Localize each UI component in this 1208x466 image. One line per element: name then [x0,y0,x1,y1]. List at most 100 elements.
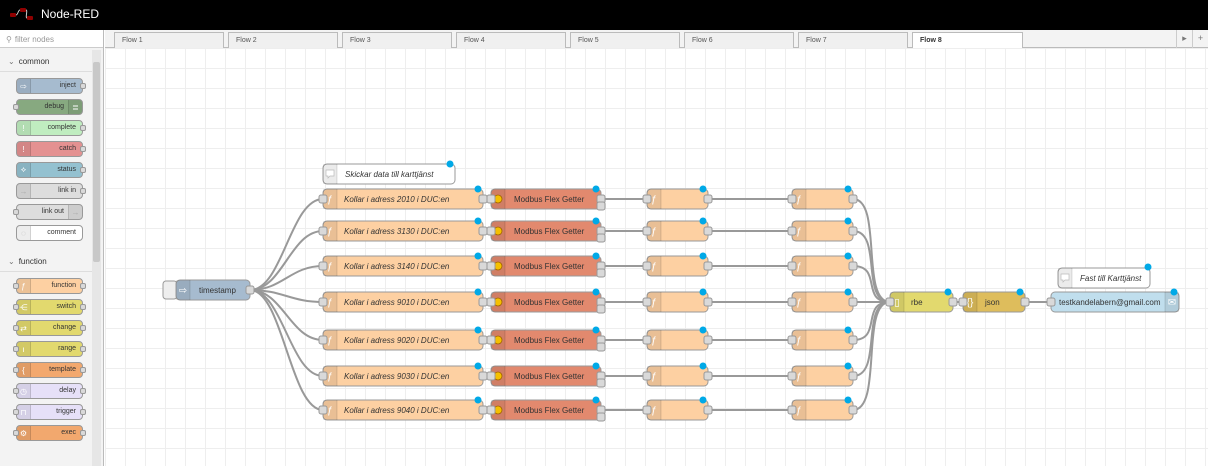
function-node-unnamed[interactable]: ƒ [646,365,709,387]
flow-workspace[interactable]: Skickar data till karttjänst Fast till Ka… [105,48,1208,466]
tab-flow-6[interactable]: Flow 6 [684,32,794,48]
function-node[interactable]: ƒ Kollar i adress 9030 i DUC:en [322,365,484,387]
palette-node-switch[interactable]: ⋲ switch [13,299,86,315]
function-node-unnamed[interactable]: ƒ [646,255,709,277]
node-port[interactable] [787,405,797,415]
tab-flow-8[interactable]: Flow 8 [912,32,1023,49]
node-port[interactable] [703,261,713,271]
node-port[interactable] [486,297,496,307]
function-node-unnamed[interactable]: ƒ [791,365,854,387]
node-port[interactable] [703,194,713,204]
palette-node-complete[interactable]: ! complete [16,120,86,136]
node-port[interactable] [1020,297,1030,307]
node-port[interactable] [787,226,797,236]
node-port[interactable] [848,371,858,381]
node-port[interactable] [642,194,652,204]
node-port[interactable] [486,226,496,236]
modbus-node[interactable]: Modbus Flex Getter [490,291,602,313]
wire-inject-to-function[interactable] [249,230,324,291]
palette-node-comment[interactable]: ◌ comment [16,225,83,241]
node-port[interactable] [848,226,858,236]
node-port[interactable] [318,261,328,271]
function-node-unnamed[interactable]: ƒ [646,188,709,210]
node-port[interactable] [642,226,652,236]
node-port[interactable] [596,304,606,314]
node-port[interactable] [486,194,496,204]
function-node-unnamed[interactable]: ƒ [646,220,709,242]
palette-scroll-thumb[interactable] [93,62,100,262]
function-node[interactable]: ƒ Kollar i adress 2010 i DUC:en [322,188,484,210]
modbus-node[interactable]: Modbus Flex Getter [490,329,602,351]
palette-node-link-out[interactable]: → link out [13,204,83,220]
modbus-node[interactable]: Modbus Flex Getter [490,255,602,277]
node-port[interactable] [885,297,895,307]
node-port[interactable] [318,335,328,345]
node-port[interactable] [478,194,488,204]
flow-canvas[interactable]: Skickar data till karttjänst Fast till Ka… [105,48,1208,466]
palette-node-function[interactable]: ƒ function [13,278,86,294]
node-port[interactable] [486,405,496,415]
modbus-node[interactable]: Modbus Flex Getter [490,365,602,387]
function-node[interactable]: ƒ Kollar i adress 3130 i DUC:en [322,220,484,242]
function-node[interactable]: ƒ Kollar i adress 3140 i DUC:en [322,255,484,277]
palette-node-template[interactable]: {template [13,362,86,378]
filter-nodes-input[interactable]: ⚲ filter nodes [0,30,103,48]
node-port[interactable] [478,335,488,345]
node-port[interactable] [318,405,328,415]
palette-node-debug[interactable]: ≣ debug [13,99,83,115]
palette-node-status[interactable]: ⟡ status [16,162,86,178]
tab-flow-2[interactable]: Flow 2 [228,32,338,48]
wire-inject-to-function[interactable] [249,198,324,291]
node-port[interactable] [703,371,713,381]
function-node-unnamed[interactable]: ƒ [791,188,854,210]
node-port[interactable] [848,335,858,345]
inject-node[interactable]: ⇨ timestamp [162,279,251,301]
comment-node-top[interactable]: Skickar data till karttjänst [322,163,456,185]
node-port[interactable] [1046,297,1056,307]
node-port[interactable] [848,297,858,307]
palette-node-change[interactable]: ⇄ change [13,320,86,336]
tab-flow-5[interactable]: Flow 5 [570,32,680,48]
node-port[interactable] [848,194,858,204]
node-port[interactable] [318,297,328,307]
add-tab-icon[interactable]: + [1192,30,1208,48]
palette-node-exec[interactable]: ⚙ exec [13,425,86,441]
function-node-unnamed[interactable]: ƒ [646,291,709,313]
palette-category-function[interactable]: ⌄ function [0,250,92,272]
email-node[interactable]: ✉ testkandelabern@gmail.com [1050,291,1180,313]
palette-node-inject[interactable]: ⇨ inject [16,78,86,94]
node-port[interactable] [596,378,606,388]
node-port[interactable] [787,335,797,345]
json-node[interactable]: {} json [962,291,1026,313]
palette-node-link-in[interactable]: → link in [16,183,86,199]
node-port[interactable] [787,194,797,204]
node-port[interactable] [596,201,606,211]
palette-node-range[interactable]: ı range [13,341,86,357]
tab-flow-1[interactable]: Flow 1 [114,32,224,48]
node-port[interactable] [703,226,713,236]
node-port[interactable] [478,261,488,271]
function-node-unnamed[interactable]: ƒ [646,329,709,351]
node-port[interactable] [787,297,797,307]
node-port[interactable] [787,371,797,381]
node-port[interactable] [318,194,328,204]
node-port[interactable] [703,297,713,307]
node-port[interactable] [787,261,797,271]
node-port[interactable] [596,233,606,243]
palette-node-trigger[interactable]: ⊓ trigger [13,404,86,420]
node-port[interactable] [478,297,488,307]
node-port[interactable] [486,371,496,381]
node-port[interactable] [642,335,652,345]
palette-scrollbar[interactable] [92,50,101,466]
tab-flow-7[interactable]: Flow 7 [798,32,908,48]
function-node-unnamed[interactable]: ƒ [791,291,854,313]
node-port[interactable] [642,261,652,271]
node-port[interactable] [486,335,496,345]
tab-scroll-right-icon[interactable]: ▸ [1176,30,1192,48]
palette-node-catch[interactable]: ! catch [16,141,86,157]
wire-inject-to-function[interactable] [249,289,324,377]
node-port[interactable] [958,297,968,307]
node-port[interactable] [318,371,328,381]
function-node-unnamed[interactable]: ƒ [646,399,709,421]
function-node-unnamed[interactable]: ƒ [791,220,854,242]
